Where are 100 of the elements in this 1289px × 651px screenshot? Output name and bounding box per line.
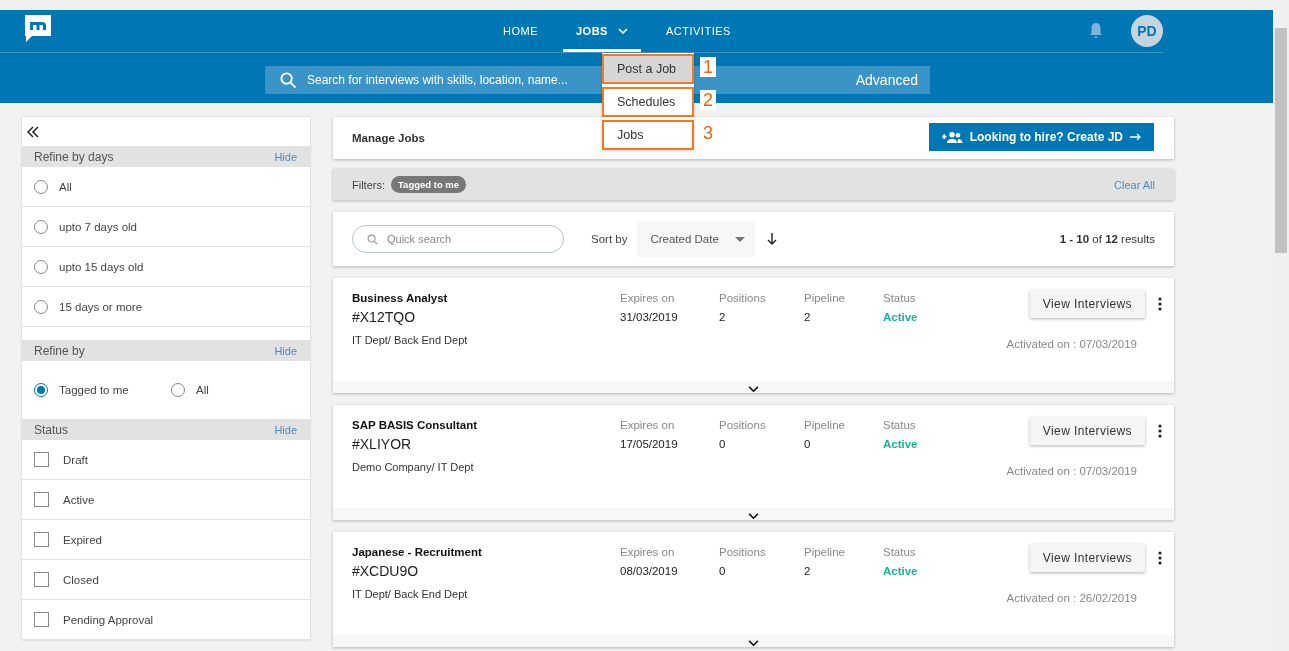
search-icon xyxy=(280,71,297,89)
option-label: Active xyxy=(63,493,95,506)
section-title: Status xyxy=(34,422,69,437)
checkbox-option[interactable]: Draft xyxy=(22,440,310,480)
activation-date: Activated on : 26/02/2019 xyxy=(1006,592,1137,604)
page-title: Manage Jobs xyxy=(352,132,425,144)
job-code: #XCDU9O xyxy=(352,563,420,579)
expiry-date: 17/05/2019 xyxy=(620,438,679,450)
checkbox-option[interactable]: Active xyxy=(22,480,310,520)
option-label: Expired xyxy=(63,533,102,546)
option-label: Tagged to me xyxy=(59,384,129,396)
quick-search-field[interactable]: Quick search xyxy=(352,225,564,253)
job-title[interactable]: Japanese - Recruitment xyxy=(352,546,620,558)
section-title: Refine by days xyxy=(34,149,114,164)
field-label: Pipeline xyxy=(804,292,846,304)
section-title: Refine by xyxy=(34,343,85,358)
pipeline-count: 2 xyxy=(804,565,812,577)
radio-option[interactable]: All xyxy=(171,383,308,397)
chevron-down-icon[interactable] xyxy=(748,640,759,647)
more-icon[interactable] xyxy=(1158,551,1162,565)
option-label: Pending Approval xyxy=(63,613,154,626)
results-count: 1 - 10 of 12 results xyxy=(1059,233,1155,245)
create-jd-button[interactable]: Looking to hire? Create JD xyxy=(928,123,1154,151)
checkbox[interactable] xyxy=(34,452,49,467)
callout-number: 2 xyxy=(700,90,716,110)
view-interviews-button[interactable]: View Interviews xyxy=(1029,290,1145,318)
logo-icon[interactable] xyxy=(25,15,51,43)
positions-count: 0 xyxy=(719,565,727,577)
option-label: 15 days or more xyxy=(59,300,143,313)
search-icon xyxy=(367,234,378,245)
job-departments: IT Dept/ Back End Dept xyxy=(352,588,469,600)
job-status: Active xyxy=(883,438,919,450)
positions-count: 2 xyxy=(719,311,727,323)
field-label: Status xyxy=(883,292,917,304)
option-label: All xyxy=(196,384,209,396)
dropdown-caret-icon xyxy=(735,236,746,242)
job-departments: IT Dept/ Back End Dept xyxy=(352,334,469,346)
pipeline-count: 2 xyxy=(804,311,812,323)
checkbox-option[interactable]: Closed xyxy=(22,560,310,600)
view-interviews-button[interactable]: View Interviews xyxy=(1029,417,1145,445)
filters-label: Filters: xyxy=(352,178,385,191)
job-status: Active xyxy=(883,565,919,577)
collapse-icon[interactable] xyxy=(27,125,39,138)
option-label: Closed xyxy=(63,573,99,586)
chevron-down-icon[interactable] xyxy=(748,386,759,393)
positions-count: 0 xyxy=(719,438,727,450)
option-label: Draft xyxy=(63,453,88,466)
field-label: Expires on xyxy=(620,546,676,558)
job-code: #XLIYOR xyxy=(352,436,413,452)
field-label: Positions xyxy=(719,546,767,558)
field-label: Positions xyxy=(719,419,767,431)
add-people-icon xyxy=(940,130,963,144)
checkbox[interactable] xyxy=(34,532,49,547)
job-departments: Demo Company/ IT Dept xyxy=(352,461,475,473)
checkbox-option[interactable]: Expired xyxy=(22,520,310,560)
chevron-down-icon[interactable] xyxy=(748,513,759,520)
radio-option[interactable]: upto 7 days old xyxy=(22,207,310,247)
caret-icon[interactable] xyxy=(617,28,628,34)
field-label: Pipeline xyxy=(804,546,846,558)
pipeline-count: 0 xyxy=(804,438,812,450)
field-label: Pipeline xyxy=(804,419,846,431)
job-title[interactable]: Business Analyst xyxy=(352,292,620,304)
bell-icon[interactable] xyxy=(1088,22,1104,40)
field-label: Status xyxy=(883,546,917,558)
checkbox-option[interactable]: Pending Approval xyxy=(22,600,310,640)
callout-number: 1 xyxy=(700,57,716,77)
nav-tab[interactable]: ACTIVITIES xyxy=(652,10,744,52)
field-label: Status xyxy=(883,419,917,431)
sort-dropdown[interactable]: Created Date xyxy=(637,221,756,257)
nav-tab[interactable]: HOME xyxy=(490,10,551,52)
sort-label: Sort by xyxy=(591,233,628,245)
menu-item[interactable]: Schedules xyxy=(602,86,694,117)
radio-option[interactable]: 15 days or more xyxy=(22,287,310,327)
checkbox[interactable] xyxy=(34,572,49,587)
option-label: All xyxy=(59,180,72,193)
option-label: upto 7 days old xyxy=(59,220,137,233)
expiry-date: 08/03/2019 xyxy=(620,565,679,577)
view-interviews-button[interactable]: View Interviews xyxy=(1029,544,1145,572)
expiry-date: 31/03/2019 xyxy=(620,311,679,323)
checkbox[interactable] xyxy=(34,492,49,507)
activation-date: Activated on : 07/03/2019 xyxy=(1006,338,1137,350)
menu-item[interactable]: Jobs xyxy=(602,119,694,150)
more-icon[interactable] xyxy=(1158,297,1162,311)
checkbox[interactable] xyxy=(34,612,49,627)
job-status: Active xyxy=(883,311,919,323)
option-label: upto 15 days old xyxy=(59,260,144,273)
more-icon[interactable] xyxy=(1158,424,1162,438)
field-label: Expires on xyxy=(620,419,676,431)
menu-item[interactable]: Post a Job xyxy=(602,53,694,84)
filter-tag[interactable]: Tagged to me xyxy=(391,176,467,193)
field-label: Positions xyxy=(719,292,767,304)
sort-direction-icon[interactable] xyxy=(767,233,778,245)
job-code: #X12TQO xyxy=(352,309,417,325)
radio-option[interactable]: All xyxy=(22,167,310,207)
radio-option[interactable]: upto 15 days old xyxy=(22,247,310,287)
activation-date: Activated on : 07/03/2019 xyxy=(1006,465,1137,477)
arrow-right-icon xyxy=(1130,133,1142,141)
radio-option[interactable]: Tagged to me xyxy=(34,383,171,397)
field-label: Expires on xyxy=(620,292,676,304)
job-title[interactable]: SAP BASIS Consultant xyxy=(352,419,620,431)
